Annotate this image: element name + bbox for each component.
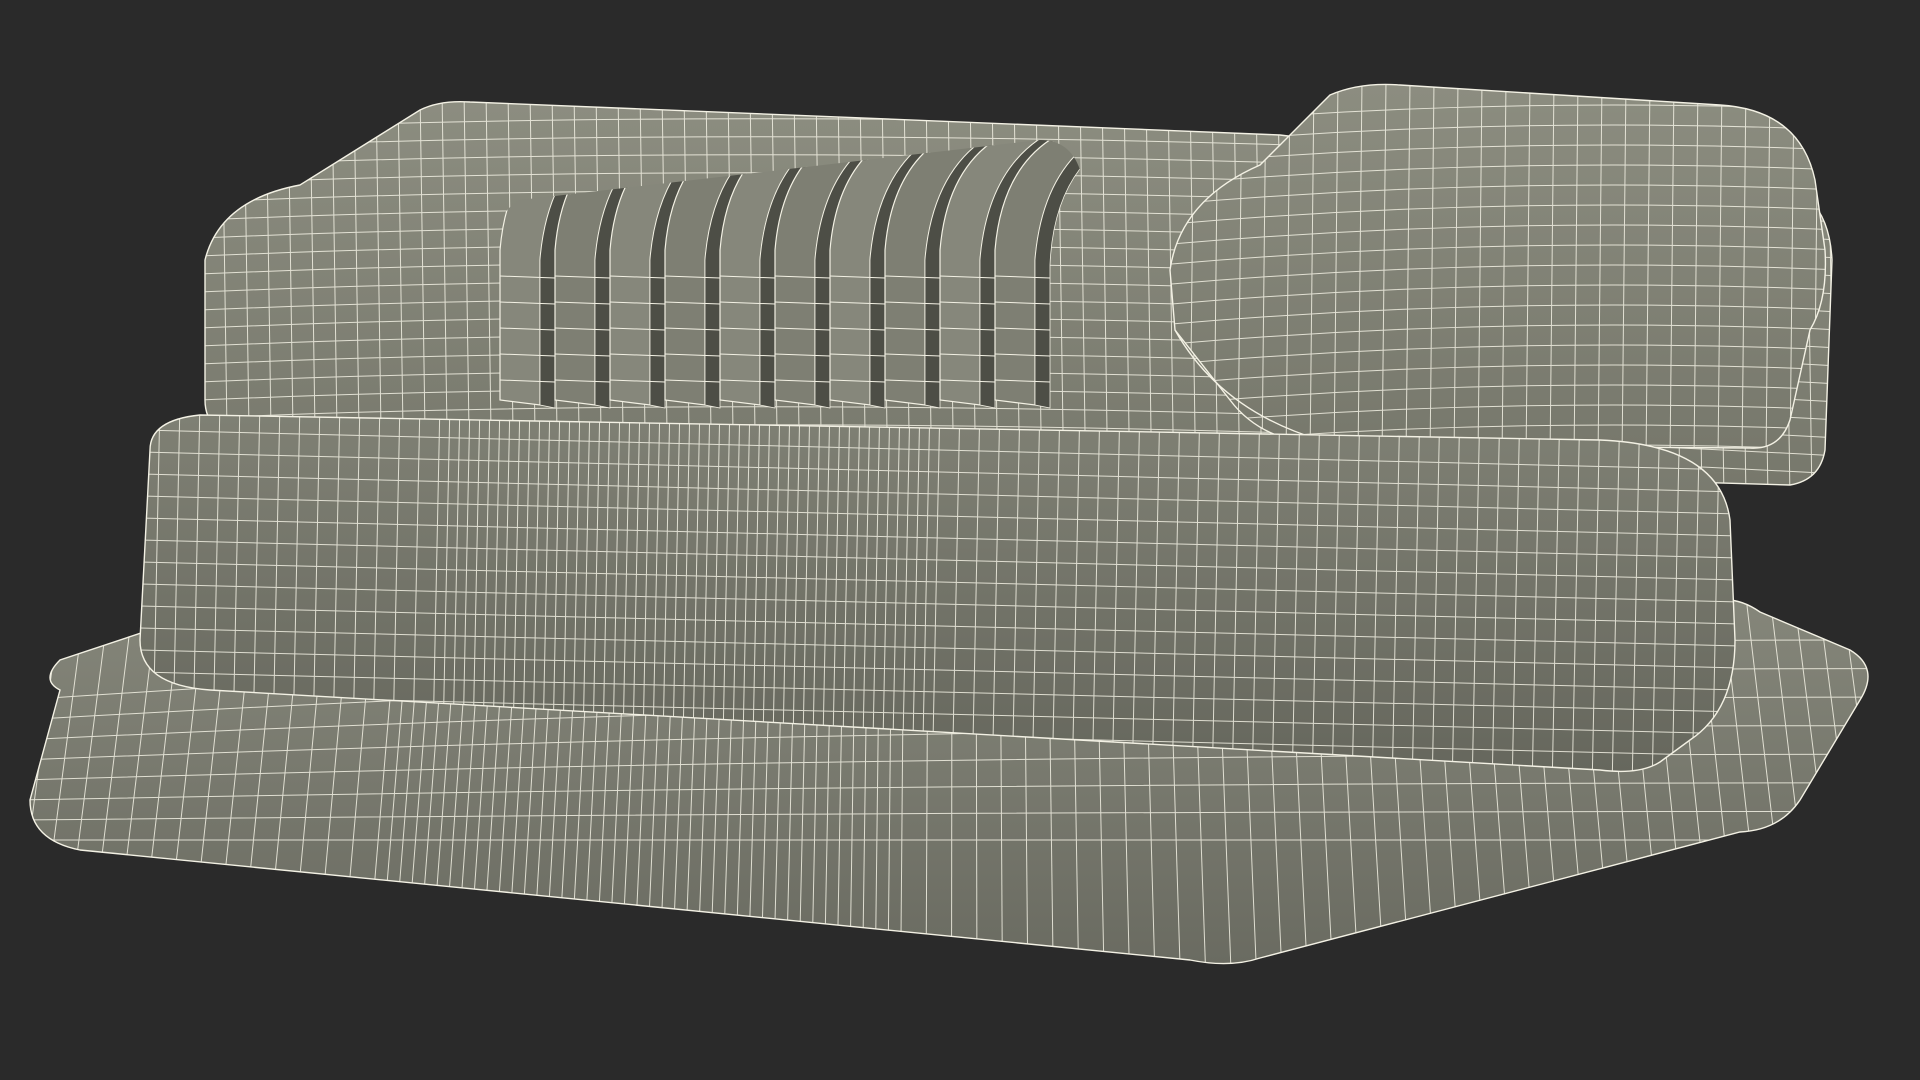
wire-line [1839,599,1868,964]
wire-line [1863,599,1868,964]
wire-line [30,599,41,964]
viewport [0,0,1920,1080]
wireframe-render [29,83,1869,965]
